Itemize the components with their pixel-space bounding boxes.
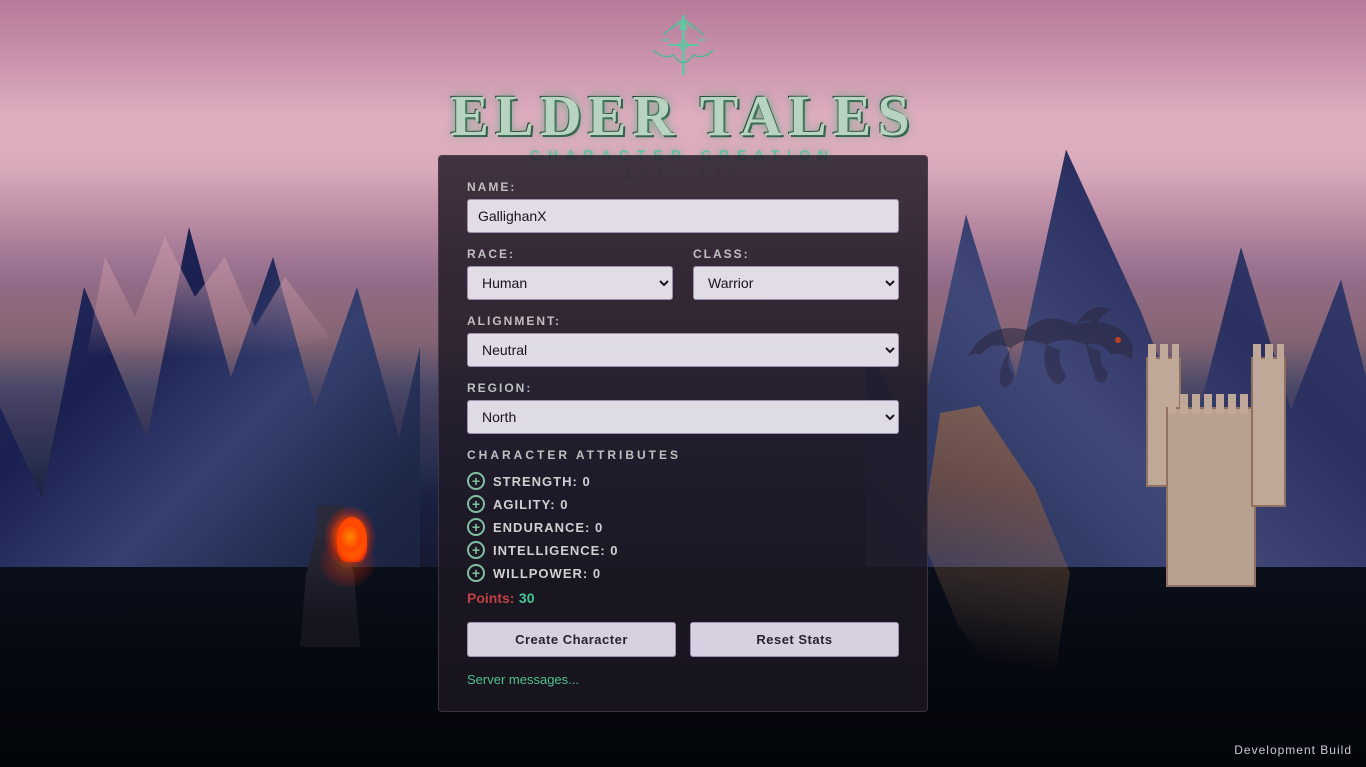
- character-creation-panel: NAME: RACE: Human Elf Dwarf Halfling CLA…: [438, 155, 928, 712]
- castle-main: [1166, 407, 1256, 587]
- class-label: CLASS:: [693, 247, 899, 261]
- race-col: RACE: Human Elf Dwarf Halfling: [467, 247, 673, 300]
- strength-text: STRENGTH: 0: [493, 474, 591, 489]
- points-label: Points:: [467, 590, 514, 606]
- attribute-row-willpower: + WILLPOWER: 0: [467, 564, 899, 582]
- attribute-row-strength: + STRENGTH: 0: [467, 472, 899, 490]
- points-row: Points: 30: [467, 590, 899, 608]
- battlements-right: [1253, 344, 1284, 364]
- name-input[interactable]: [467, 199, 899, 233]
- create-character-button[interactable]: Create Character: [467, 622, 676, 657]
- dragon-silhouette: [946, 280, 1146, 440]
- agility-text: AGILITY: 0: [493, 497, 568, 512]
- intelligence-text: INTELLIGENCE: 0: [493, 543, 619, 558]
- attribute-row-agility: + AGILITY: 0: [467, 495, 899, 513]
- willpower-plus-icon[interactable]: +: [467, 564, 485, 582]
- agility-plus-icon[interactable]: +: [467, 495, 485, 513]
- reset-stats-button[interactable]: Reset Stats: [690, 622, 899, 657]
- attribute-row-endurance: + ENDURANCE: 0: [467, 518, 899, 536]
- server-messages-link[interactable]: Server messages...: [467, 672, 579, 687]
- character-figure: [295, 447, 375, 647]
- attributes-header: CHARACTER ATTRIBUTES: [467, 448, 899, 462]
- name-label: NAME:: [467, 180, 899, 194]
- fire-glow: [325, 507, 375, 567]
- intelligence-plus-icon[interactable]: +: [467, 541, 485, 559]
- castle: [1146, 337, 1286, 587]
- castle-tower-right: [1251, 357, 1286, 507]
- endurance-plus-icon[interactable]: +: [467, 518, 485, 536]
- alignment-select[interactable]: Lawful Good Neutral Good Chaotic Good La…: [467, 333, 899, 367]
- willpower-text: WILLPOWER: 0: [493, 566, 601, 581]
- attribute-row-intelligence: + INTELLIGENCE: 0: [467, 541, 899, 559]
- dev-build-label: Development Build: [1234, 743, 1352, 757]
- battlements-left: [1148, 344, 1179, 364]
- race-label: RACE:: [467, 247, 673, 261]
- points-value: 30: [519, 590, 535, 606]
- region-label: REGION:: [467, 381, 899, 395]
- alignment-row: ALIGNMENT: Lawful Good Neutral Good Chao…: [467, 314, 899, 367]
- race-class-row: RACE: Human Elf Dwarf Halfling CLASS: Wa…: [467, 247, 899, 300]
- action-buttons: Create Character Reset Stats: [467, 622, 899, 657]
- class-col: CLASS: Warrior Mage Rogue Paladin Ranger: [693, 247, 899, 300]
- class-select[interactable]: Warrior Mage Rogue Paladin Ranger: [693, 266, 899, 300]
- game-title: ELDER TALES: [450, 87, 915, 145]
- endurance-text: ENDURANCE: 0: [493, 520, 603, 535]
- region-row: REGION: North South East West Central: [467, 381, 899, 434]
- battlements-main: [1168, 394, 1254, 414]
- strength-plus-icon[interactable]: +: [467, 472, 485, 490]
- race-select[interactable]: Human Elf Dwarf Halfling: [467, 266, 673, 300]
- alignment-label: ALIGNMENT:: [467, 314, 899, 328]
- logo-sword-icon: [633, 10, 733, 90]
- region-select[interactable]: North South East West Central: [467, 400, 899, 434]
